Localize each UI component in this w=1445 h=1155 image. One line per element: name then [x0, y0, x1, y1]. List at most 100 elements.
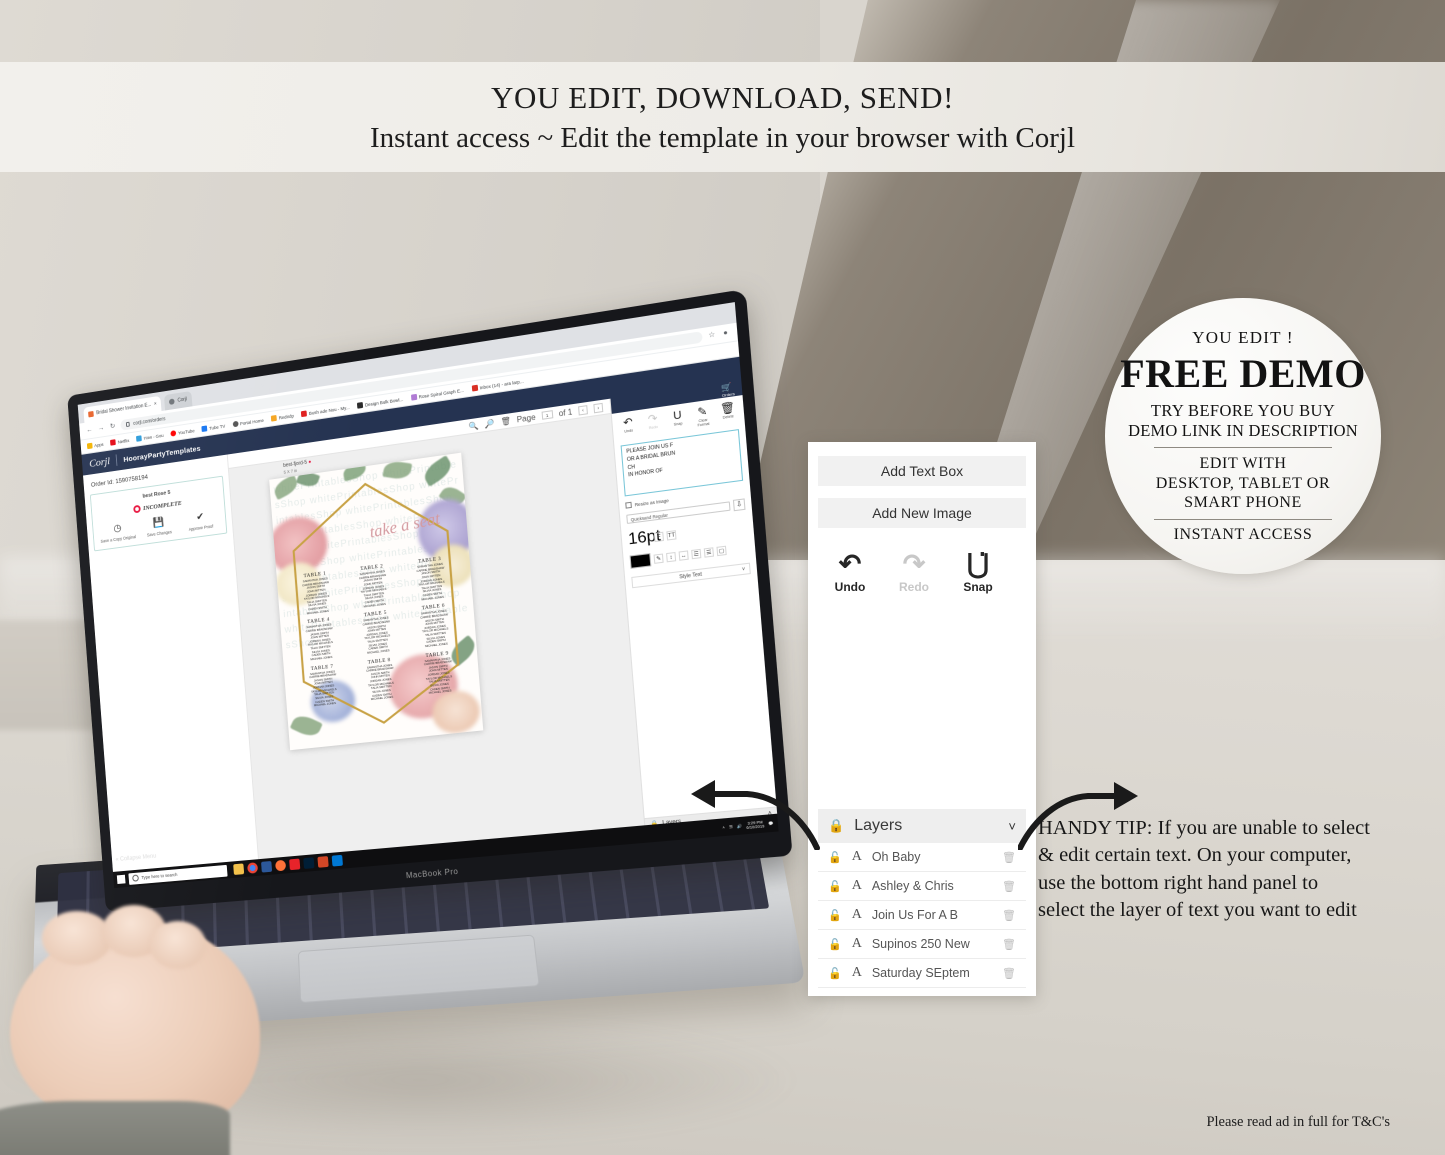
unlock-icon[interactable]: 🔓 — [828, 909, 842, 922]
eyedropper-icon[interactable]: ✎ — [653, 553, 664, 564]
trash-icon[interactable]: 🗑 — [1002, 880, 1016, 893]
lock-icon: 🔒 — [828, 818, 845, 833]
status-label: INCOMPLETE — [142, 499, 182, 512]
bookmark-item[interactable]: Apps — [86, 441, 104, 450]
table-block[interactable]: TABLE 7 SAMANTHA JONES CARRIE BRADSHAW JAS… — [295, 661, 352, 709]
unlock-icon[interactable]: 🔓 — [828, 967, 842, 980]
bookmark-label: Netflix — [117, 437, 130, 445]
add-text-box-button[interactable]: Add Text Box — [818, 456, 1026, 486]
line-height-icon[interactable]: ↕ — [666, 551, 677, 563]
bookmark-item[interactable]: Netflix — [110, 437, 130, 446]
profile-avatar[interactable]: ● — [721, 329, 730, 339]
text-edit-field[interactable]: PLEASE JOIN US F OR A BRIDAL BRUN CH IN … — [620, 429, 744, 497]
explorer-icon[interactable] — [233, 863, 245, 875]
add-new-image-button[interactable]: Add New Image — [818, 498, 1026, 528]
delete-button[interactable]: 🗑 Delete — [716, 401, 739, 425]
table-block[interactable]: TABLE 6 SAMANTHA JONES CARRIE BRADSHAW JAS… — [406, 601, 465, 651]
table-block[interactable]: TABLE 2 SAMANTHA JONES CARRIE BRADSHAW JAS… — [344, 561, 402, 610]
unlock-icon[interactable]: 🔓 — [828, 938, 842, 951]
cart-icon[interactable]: 🛒 Orders — [721, 381, 735, 398]
redo-button[interactable]: ↷ Redo — [894, 550, 934, 594]
save-copy-button[interactable]: ◷ Save a Copy Original — [97, 521, 138, 544]
table-block[interactable]: TABLE 5 SAMANTHA JONES CARRIE BRADSHAW JAS… — [348, 608, 406, 657]
chrome-icon[interactable] — [247, 862, 259, 874]
table-block[interactable]: TABLE 8 SAMANTHA JONES CARRIE BRADSHAW JAS… — [352, 655, 410, 704]
undo-button[interactable]: ↶ Undo — [830, 550, 870, 594]
save-changes-button[interactable]: 💾 Save Changes — [138, 515, 179, 539]
arrow-right-pointer — [1018, 782, 1138, 850]
zoom-in-icon[interactable]: 🔍 — [469, 420, 480, 430]
style-text-label: Style Text — [679, 571, 703, 580]
redo-button[interactable]: ↷ Redo — [642, 412, 664, 435]
bookmark-label: Design Bulk Bowl... — [364, 396, 404, 408]
taskbar-search-placeholder: Type here to search — [141, 872, 178, 881]
bookmark-item[interactable]: Portal Home — [232, 417, 264, 428]
approve-proof-button[interactable]: ✔ Approve Proof — [180, 509, 222, 533]
firefox-icon[interactable] — [275, 859, 287, 872]
guest-list: SAMANTHA JONES CARRIE BRADSHAW JASON SMITH… — [362, 615, 391, 655]
uppercase-icon[interactable]: TT — [666, 529, 677, 541]
bookmark-item[interactable]: Redirdp — [270, 412, 294, 422]
zoom-out-icon[interactable]: 🔎 — [484, 418, 495, 428]
word-icon[interactable] — [261, 860, 273, 873]
chevron-down-icon[interactable]: ˅ — [1008, 819, 1016, 834]
photoshop-icon[interactable] — [303, 857, 315, 869]
close-icon[interactable]: × — [154, 401, 157, 407]
next-page-icon[interactable]: › — [593, 402, 604, 413]
table-block[interactable]: TABLE 9 SAMANTHA JONES CARRIE BRADSHAW JAS… — [409, 648, 468, 697]
order-card[interactable]: best Rose 5 INCOMPLETE ◷ Save a Copy Ori… — [89, 475, 228, 552]
handy-tip-line-4: select the layer of text you want to edi… — [1038, 899, 1357, 922]
layer-row[interactable]: 🔓 A Join Us For A B 🗑 — [818, 901, 1026, 930]
snap-button[interactable]: U Snap — [667, 408, 690, 431]
acrobat-icon[interactable] — [289, 858, 301, 871]
badge-devices-2: SMART PHONE — [1184, 494, 1302, 512]
trash-icon[interactable]: 🗑 — [1002, 938, 1016, 951]
bookmark-item[interactable]: YouTube — [170, 427, 195, 437]
align-center-icon[interactable]: ☰ — [703, 547, 715, 558]
table-block[interactable]: TABLE 4 SAMANTHA JONES CARRIE BRADSHAW JAS… — [292, 615, 349, 664]
trash-icon[interactable]: 🗑 — [1002, 967, 1016, 980]
bold-icon[interactable]: 𝐅 — [653, 531, 664, 542]
layer-row[interactable]: 🔓 A Saturday SEptem 🗑 — [818, 959, 1026, 988]
chevron-down-icon: ˅ — [741, 565, 746, 573]
reload-icon[interactable]: ↻ — [109, 422, 117, 431]
banner-headline: YOU EDIT, DOWNLOAD, SEND! — [491, 79, 954, 115]
align-left-icon[interactable]: ☰ — [691, 548, 702, 560]
snap-button[interactable]: ⋃̇ Snap — [958, 550, 998, 594]
trash-icon[interactable]: 🗑 — [1002, 909, 1016, 922]
font-upload-icon[interactable]: ⇩ — [732, 498, 746, 512]
back-icon[interactable]: ← — [86, 426, 94, 435]
trash-icon[interactable]: 🗑 — [1002, 851, 1016, 864]
collapse-menu-button[interactable]: « Collapse Menu — [115, 854, 156, 863]
text-color-swatch[interactable] — [629, 553, 652, 569]
table-block[interactable]: TABLE 3 SAMANTHA JONES CARRIE BRADSHAW JAS… — [402, 554, 461, 604]
layer-row[interactable]: 🔓 A Ashley & Chris 🗑 — [818, 872, 1026, 901]
bookmark-item[interactable]: Tube TV — [201, 423, 226, 432]
page-input[interactable]: 1 — [541, 410, 553, 420]
terms-note: Please read ad in full for T&C's — [1206, 1114, 1390, 1130]
panel-tool-row: ↶ Undo ↷ Redo ⋃̇ Snap — [818, 540, 1026, 594]
unlock-icon[interactable]: 🔓 — [828, 880, 842, 893]
unlock-icon[interactable]: 🔓 — [828, 851, 842, 864]
divider — [115, 454, 118, 466]
layers-header[interactable]: 🔒 Layers ˅ — [818, 809, 1026, 843]
panel-spacer — [818, 594, 1026, 809]
table-block[interactable]: TABLE 1 SAMANTHA JONES CARRIE BRADSHAW JAS… — [288, 569, 345, 618]
forward-icon[interactable]: → — [97, 424, 105, 433]
bookmark-item[interactable]: How - Gou — [136, 432, 164, 442]
windows-start-icon[interactable] — [116, 874, 126, 885]
design-artboard[interactable]: whitePrintablesShop whitePrintablesShop … — [269, 452, 484, 751]
trash-icon[interactable]: 🗑 — [500, 416, 511, 426]
layer-row[interactable]: 🔓 A Oh Baby 🗑 — [818, 843, 1026, 872]
undo-button[interactable]: ↶ Undo — [617, 415, 639, 438]
powerpoint-icon[interactable] — [317, 856, 329, 868]
text-wrap-icon[interactable]: ▢ — [716, 545, 727, 557]
letter-spacing-icon[interactable]: ↔ — [678, 550, 689, 561]
clear-format-button[interactable]: ✎ Clear Format — [691, 405, 714, 429]
mail-icon[interactable] — [331, 854, 343, 867]
font-size-select[interactable]: 16pt — [628, 527, 662, 549]
layer-row[interactable]: 🔓 A Supinos 250 New 🗑 — [818, 930, 1026, 959]
bookmark-star-icon[interactable]: ☆ — [707, 331, 716, 341]
page-label: Page — [516, 412, 536, 424]
prev-page-icon[interactable]: ‹ — [578, 404, 588, 416]
